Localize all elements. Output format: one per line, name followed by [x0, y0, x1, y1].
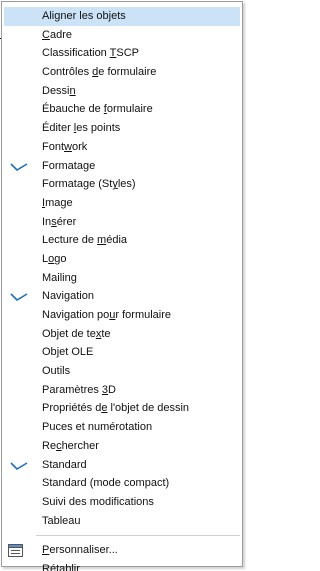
menu-item-label: Classification TSCP: [42, 47, 140, 60]
menu-item-formatage-styles[interactable]: Formatage (Styles): [2, 175, 242, 194]
menu-item-rechercher[interactable]: Rechercher: [2, 437, 242, 456]
menu-item-label: Propriétés de l'objet de dessin: [42, 402, 190, 415]
menu-item-label: Paramètres 3D: [42, 383, 116, 396]
menu-item-image[interactable]: Image: [2, 194, 242, 213]
menu-item-retablir[interactable]: Rétablir: [2, 560, 242, 571]
menu-item-navigation-pour-formulaire[interactable]: Navigation pour formulaire: [2, 306, 242, 325]
menu-item-label: Outils: [42, 365, 71, 378]
checkmark-icon: [10, 293, 28, 302]
menu-item-label: Suivi des modifications: [42, 495, 154, 508]
checkmark-icon: [10, 162, 28, 171]
menu-item-aligner-les-objets[interactable]: Aligner les objets: [4, 7, 240, 26]
menu-item-standard[interactable]: Standard: [2, 456, 242, 475]
menu-item-label: Standard (mode compact): [42, 477, 170, 490]
menu-item-label: Ébauche de formulaire: [42, 103, 153, 116]
menu-item-objet-de-texte[interactable]: Objet de texte: [2, 325, 242, 344]
menu-item-cadre[interactable]: Cadre: [2, 26, 242, 45]
menu-item-label: Logo: [42, 252, 67, 265]
menu-item-label: Objet OLE: [42, 346, 94, 359]
menu-items: Aligner les objets Cadre Classification TS…: [2, 7, 242, 571]
menu-item-formatage[interactable]: Formatage: [2, 157, 242, 176]
menu-item-label: Tableau: [42, 514, 81, 527]
menu-item-label: Standard: [42, 458, 87, 471]
menu-separator: [36, 535, 240, 537]
menu-item-label: Navigation: [42, 290, 94, 303]
menu-item-tableau[interactable]: Tableau: [2, 512, 242, 531]
menu-item-label: Lecture de média: [42, 234, 128, 247]
menu-item-editer-les-points[interactable]: Éditer les points: [2, 119, 242, 138]
menu-item-label: Formatage: [42, 159, 96, 172]
menu-item-controles-de-formulaire[interactable]: Contrôles de formulaire: [2, 63, 242, 82]
customize-icon: [8, 544, 23, 558]
menu-item-lecture-de-media[interactable]: Lecture de média: [2, 231, 242, 250]
menu-item-label: Contrôles de formulaire: [42, 66, 157, 79]
toolbars-context-menu: Aligner les objets Cadre Classification TS…: [1, 1, 243, 571]
menu-item-label: Navigation pour formulaire: [42, 309, 172, 321]
menu-item-puces-et-numerotation[interactable]: Puces et numérotation: [2, 418, 242, 437]
menu-item-fontwork[interactable]: Fontwork: [2, 138, 242, 157]
menu-item-proprietes-de-l-objet-de-dessin[interactable]: Propriétés de l'objet de dessin: [2, 399, 242, 418]
menu-item-label: Image: [42, 196, 73, 209]
menu-item-label: Rétablir: [42, 562, 80, 571]
menu-item-label: Rechercher: [42, 439, 99, 452]
menu-item-label: Dessin: [42, 84, 76, 97]
menu-item-label: Cadre: [42, 28, 72, 41]
menu-item-navigation[interactable]: Navigation: [2, 287, 242, 306]
menu-item-label: Mailing: [42, 271, 77, 284]
menu-item-classification-tscp[interactable]: Classification TSCP: [2, 44, 242, 63]
menu-item-logo[interactable]: Logo: [2, 250, 242, 269]
menu-item-label: Éditer les points: [42, 122, 121, 135]
menu-item-objet-ole[interactable]: Objet OLE: [2, 343, 242, 362]
menu-item-label: Aligner les objets: [42, 10, 126, 22]
menu-item-ebauche-de-formulaire[interactable]: Ébauche de formulaire: [2, 100, 242, 119]
menu-item-label: Formatage (Styles): [42, 178, 136, 191]
menu-item-mailing[interactable]: Mailing: [2, 269, 242, 288]
menu-item-standard-mode-compact[interactable]: Standard (mode compact): [2, 474, 242, 493]
menu-item-personnaliser[interactable]: Personnaliser...: [2, 541, 242, 560]
menu-item-label: Personnaliser...: [42, 544, 118, 557]
menu-item-suivi-des-modifications[interactable]: Suivi des modifications: [2, 493, 242, 512]
checkmark-icon: [10, 461, 28, 470]
menu-item-inserer[interactable]: Insérer: [2, 213, 242, 232]
menu-item-label: Insérer: [42, 215, 77, 228]
menu-item-dessin[interactable]: Dessin: [2, 82, 242, 101]
menu-item-outils[interactable]: Outils: [2, 362, 242, 381]
menu-item-label: Puces et numérotation: [42, 421, 153, 434]
menu-item-parametres-3d[interactable]: Paramètres 3D: [2, 381, 242, 400]
menu-item-label: Objet de texte: [42, 327, 111, 340]
menu-item-label: Fontwork: [42, 140, 88, 153]
